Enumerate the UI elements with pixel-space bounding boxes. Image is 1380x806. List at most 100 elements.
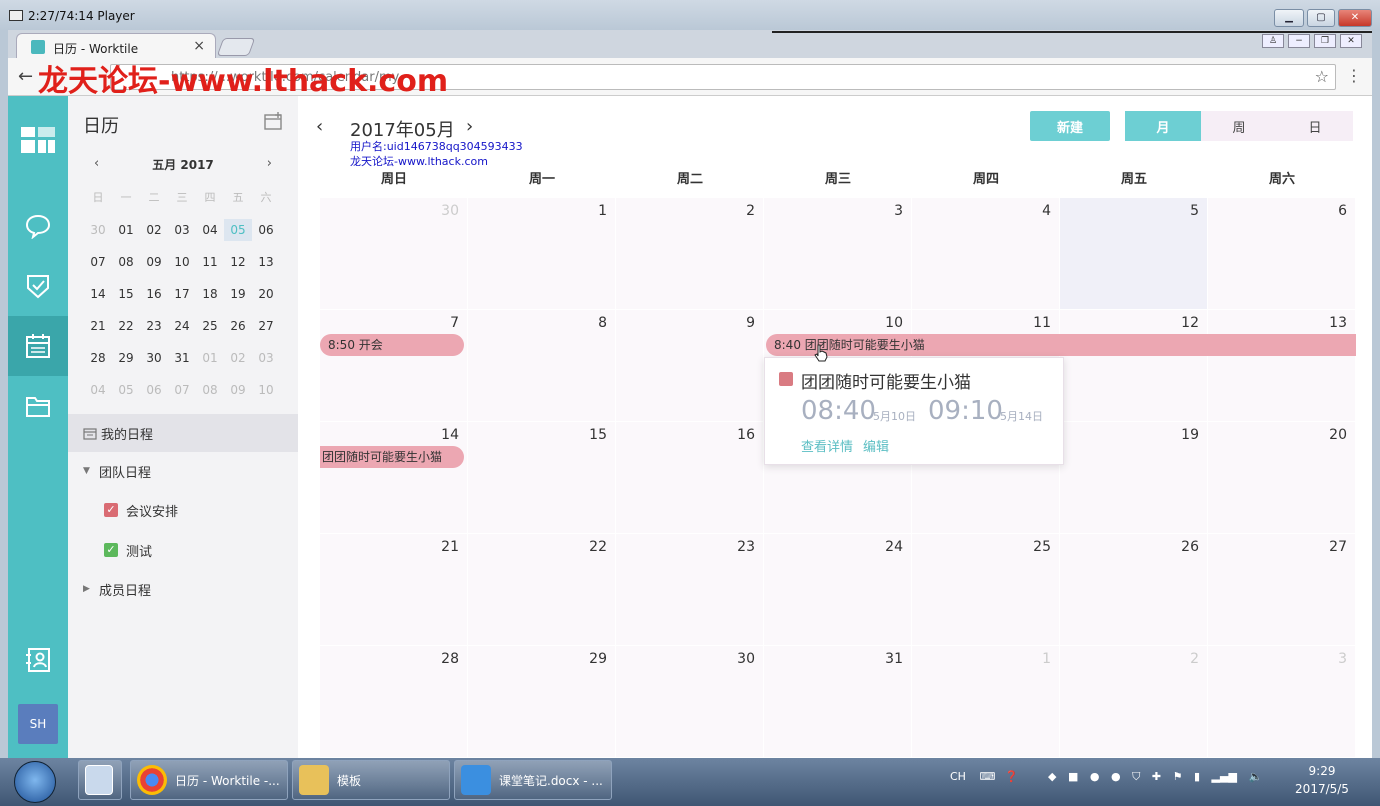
mini-day[interactable]: 03 bbox=[252, 347, 280, 369]
tray-app-icon[interactable]: ● bbox=[1111, 770, 1121, 783]
day-cell[interactable]: 2 bbox=[1060, 646, 1208, 758]
mini-day[interactable]: 30 bbox=[84, 219, 112, 241]
day-cell[interactable]: 24 bbox=[764, 534, 912, 646]
mini-day[interactable]: 20 bbox=[252, 283, 280, 305]
mini-day[interactable]: 11 bbox=[196, 251, 224, 273]
event-cat-birth-cont[interactable]: 团团随时可能要生小猫 bbox=[320, 446, 464, 468]
day-cell[interactable]: 23 bbox=[616, 534, 764, 646]
day-cell[interactable]: 21 bbox=[320, 534, 468, 646]
day-cell[interactable]: 12 bbox=[1060, 310, 1208, 422]
taskbar-app-folder[interactable]: 模板 bbox=[292, 760, 450, 800]
keyboard-icon[interactable]: ⌨ bbox=[979, 770, 995, 783]
tab-close-icon[interactable]: × bbox=[193, 38, 205, 54]
mini-day[interactable]: 28 bbox=[84, 347, 112, 369]
day-cell[interactable]: 4 bbox=[912, 198, 1060, 310]
language-indicator[interactable]: CH bbox=[950, 770, 966, 783]
show-desktop-button[interactable] bbox=[78, 760, 122, 800]
day-cell[interactable]: 7 bbox=[320, 310, 468, 422]
mini-day[interactable]: 19 bbox=[224, 283, 252, 305]
minimize-icon[interactable]: − bbox=[1288, 34, 1310, 48]
add-calendar-icon[interactable] bbox=[264, 112, 284, 130]
day-cell[interactable]: 20 bbox=[1208, 422, 1356, 534]
mini-day[interactable]: 30 bbox=[140, 347, 168, 369]
day-cell[interactable]: 14 bbox=[320, 422, 468, 534]
day-cell[interactable]: 1 bbox=[912, 646, 1060, 758]
help-icon[interactable]: ❓ bbox=[1005, 770, 1019, 783]
day-cell[interactable]: 19 bbox=[1060, 422, 1208, 534]
rail-contacts[interactable] bbox=[8, 630, 68, 690]
network-icon[interactable]: ▂▄▆ bbox=[1212, 770, 1237, 783]
new-tab-button[interactable] bbox=[216, 38, 256, 56]
mini-day[interactable]: 04 bbox=[196, 219, 224, 241]
mini-day[interactable]: 27 bbox=[252, 315, 280, 337]
day-cell[interactable]: 22 bbox=[468, 534, 616, 646]
day-cell[interactable]: 5 bbox=[1060, 198, 1208, 310]
rail-files[interactable] bbox=[8, 376, 68, 436]
day-cell[interactable]: 26 bbox=[1060, 534, 1208, 646]
day-cell[interactable]: 8 bbox=[468, 310, 616, 422]
mini-day[interactable]: 08 bbox=[196, 379, 224, 401]
team-item-meeting[interactable]: ✓ 会议安排 bbox=[68, 490, 298, 530]
volume-icon[interactable]: 🔈 bbox=[1248, 770, 1262, 783]
day-cell[interactable]: 31 bbox=[764, 646, 912, 758]
next-month-icon[interactable]: › bbox=[466, 116, 473, 137]
flag-icon[interactable]: ⚑ bbox=[1173, 770, 1183, 783]
view-details-link[interactable]: 查看详情 bbox=[801, 436, 853, 455]
shield-icon[interactable]: ⛉ bbox=[1132, 770, 1140, 783]
mini-day[interactable]: 03 bbox=[168, 219, 196, 241]
member-schedule-item[interactable]: ▶ 成员日程 bbox=[68, 570, 298, 608]
mini-day[interactable]: 31 bbox=[168, 347, 196, 369]
day-cell[interactable]: 9 bbox=[616, 310, 764, 422]
user-icon[interactable]: ♙ bbox=[1262, 34, 1284, 48]
mini-day[interactable]: 22 bbox=[112, 315, 140, 337]
mini-day[interactable]: 02 bbox=[224, 347, 252, 369]
mini-day[interactable]: 29 bbox=[112, 347, 140, 369]
mini-day[interactable]: 06 bbox=[140, 379, 168, 401]
event-cat-birth[interactable]: 8:40 团团随时可能要生小猫 bbox=[766, 334, 1356, 356]
mini-day[interactable]: 04 bbox=[84, 379, 112, 401]
rail-calendar[interactable] bbox=[8, 316, 68, 376]
day-cell[interactable]: 16 bbox=[616, 422, 764, 534]
mini-day[interactable]: 01 bbox=[112, 219, 140, 241]
bookmark-star-icon[interactable]: ☆ bbox=[1315, 67, 1329, 86]
mini-day[interactable]: 09 bbox=[224, 379, 252, 401]
team-schedule-item[interactable]: ▼ 团队日程 bbox=[68, 452, 298, 490]
power-icon[interactable]: ▮ bbox=[1194, 770, 1200, 783]
day-cell[interactable]: 30 bbox=[616, 646, 764, 758]
close-window-button[interactable]: ✕ bbox=[1338, 9, 1372, 27]
prev-month-icon[interactable]: ‹ bbox=[316, 116, 323, 137]
mini-day[interactable]: 23 bbox=[140, 315, 168, 337]
tray-app-icon[interactable]: ✚ bbox=[1152, 770, 1161, 783]
view-week-button[interactable]: 周 bbox=[1201, 111, 1277, 141]
mini-day[interactable]: 10 bbox=[252, 379, 280, 401]
mini-day[interactable]: 24 bbox=[168, 315, 196, 337]
mini-day[interactable]: 06 bbox=[252, 219, 280, 241]
view-month-button[interactable]: 月 bbox=[1125, 111, 1201, 141]
mini-day[interactable]: 05 bbox=[112, 379, 140, 401]
mini-day[interactable]: 09 bbox=[140, 251, 168, 273]
new-event-button[interactable]: 新建 bbox=[1030, 111, 1110, 141]
rail-messages[interactable] bbox=[8, 196, 68, 256]
team-item-test[interactable]: ✓ 测试 bbox=[68, 530, 298, 570]
mini-day[interactable]: 26 bbox=[224, 315, 252, 337]
mini-day[interactable]: 25 bbox=[196, 315, 224, 337]
mini-day[interactable]: 16 bbox=[140, 283, 168, 305]
restore-icon[interactable]: ❐ bbox=[1314, 34, 1336, 48]
day-cell[interactable]: 1 bbox=[468, 198, 616, 310]
day-cell[interactable]: 29 bbox=[468, 646, 616, 758]
my-schedule-item[interactable]: 我的日程 bbox=[68, 414, 298, 452]
back-arrow-icon[interactable]: ← bbox=[18, 66, 33, 87]
day-cell[interactable]: 27 bbox=[1208, 534, 1356, 646]
mini-day[interactable]: 02 bbox=[140, 219, 168, 241]
taskbar-clock[interactable]: 9:29 2017/5/5 bbox=[1292, 762, 1352, 798]
mini-day[interactable]: 07 bbox=[168, 379, 196, 401]
mini-day[interactable]: 15 bbox=[112, 283, 140, 305]
mini-day[interactable]: 18 bbox=[196, 283, 224, 305]
mini-next-month-icon[interactable]: › bbox=[267, 156, 272, 171]
day-cell[interactable]: 2 bbox=[616, 198, 764, 310]
checkbox-checked-icon[interactable]: ✓ bbox=[104, 503, 118, 517]
day-cell[interactable]: 13 bbox=[1208, 310, 1356, 422]
mini-day[interactable]: 10 bbox=[168, 251, 196, 273]
maximize-button[interactable]: ▢ bbox=[1307, 9, 1335, 27]
tray-app-icon[interactable]: ■ bbox=[1068, 770, 1078, 783]
